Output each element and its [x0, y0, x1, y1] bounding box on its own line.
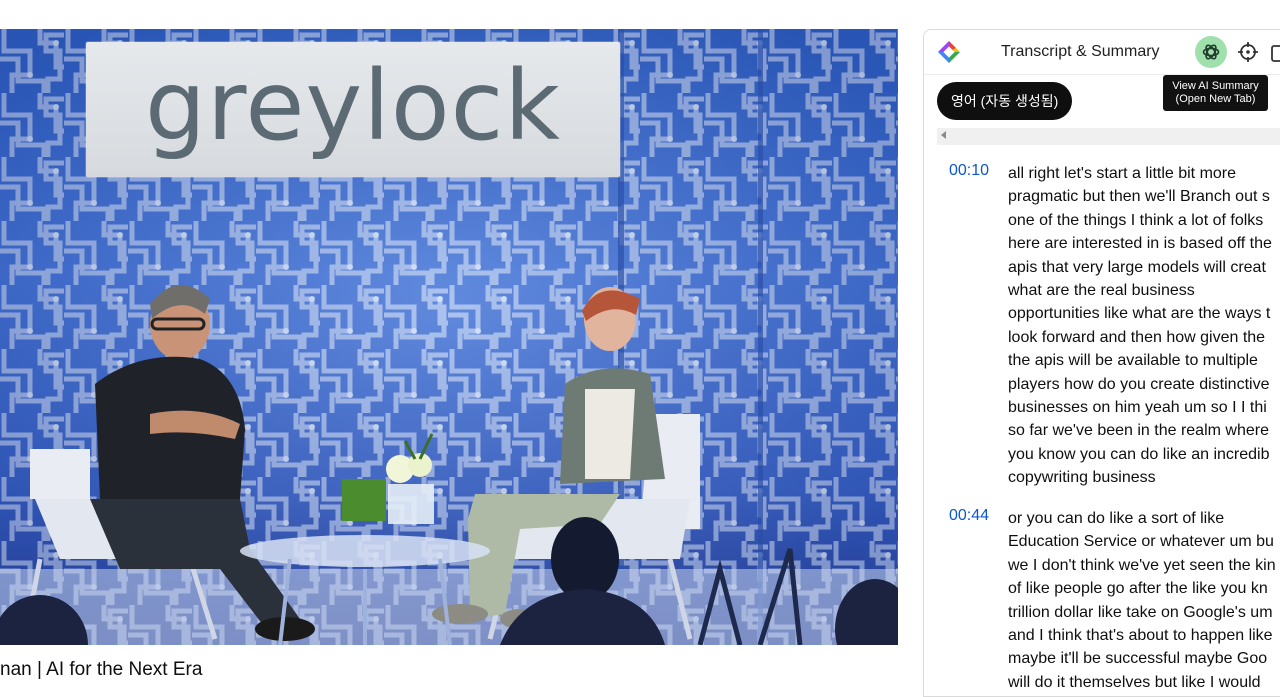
transcript-line: so far we've been in the realm where — [1008, 422, 1269, 440]
transcript-line: or you can do like a sort of like — [1008, 510, 1225, 527]
tooltip-line: View AI Summary — [1172, 80, 1259, 92]
transcript-line: one of the things I think a lot of folks — [1008, 211, 1264, 229]
transcript-line: all right let's start a little bit more — [1008, 165, 1237, 182]
ai-summary-button[interactable] — [1195, 36, 1227, 68]
transcript-line: businesses on him yeah um so I I thi — [1008, 399, 1267, 417]
transcript-line: here are interested in is based off the — [1008, 235, 1272, 253]
tooltip-line: (Open New Tab) — [1175, 93, 1256, 105]
transcript-line: you know you can do like an incredib — [1008, 445, 1270, 463]
timestamp-link[interactable]: 00:44 — [949, 507, 989, 525]
transcript-line: the apis will be available to multiple — [1008, 352, 1258, 370]
language-select-button[interactable]: 영어 (자동 생성됨) — [937, 82, 1073, 120]
ai-summary-tooltip: View AI Summary (Open New Tab) — [1163, 75, 1268, 111]
chatgpt-icon — [1202, 44, 1220, 60]
transcript-line: of like people go after the like you kn — [1008, 580, 1268, 598]
copy-icon[interactable] — [1270, 42, 1280, 62]
transcript-line: opportunities like what are the ways t — [1008, 305, 1271, 323]
transcript-line: will do it themselves but like I would — [1008, 673, 1261, 691]
greylock-sign: greylock — [86, 42, 620, 177]
extension-logo-icon — [938, 41, 960, 63]
transcript-line: and I think that's about to happen like — [1008, 627, 1273, 645]
video-title: nan | AI for the Next Era — [0, 659, 203, 680]
transcript-line: players how do you create distinctive — [1008, 375, 1270, 393]
scroll-left-arrow-icon[interactable] — [941, 131, 946, 139]
transcript-line: copywriting business — [1008, 469, 1156, 487]
transcript-line: maybe it'll be successful maybe Goo — [1008, 650, 1268, 668]
transcript-line: we I don't think we've yet seen the kin — [1008, 556, 1276, 574]
transcript-line: what are the real business — [1008, 282, 1195, 300]
sign-text: greylock — [145, 49, 561, 162]
transcript-line: look forward and then how given the — [1008, 328, 1266, 346]
segment-text: or you can do like a sort of like Educati… — [1008, 507, 1280, 694]
segment-text: all right let's start a little bit more p… — [1008, 162, 1280, 490]
transcript-line: trillion dollar like take on Google's um — [1008, 603, 1273, 621]
timestamp-link[interactable]: 00:10 — [949, 162, 989, 180]
panel-header: Transcript & Summary — [924, 30, 1280, 75]
panel-title: Transcript & Summary — [1001, 43, 1160, 60]
crosshair-icon[interactable] — [1237, 41, 1259, 63]
video-player[interactable]: greylock — [0, 29, 898, 645]
transcript-line: apis that very large models will creat — [1008, 258, 1266, 276]
transcript-panel: Transcript & Summary 영어 (자동 생성됨) 00:10 a… — [923, 29, 1280, 697]
transcript-line: Education Service or whatever um bu — [1008, 533, 1274, 551]
horizontal-scrollbar[interactable] — [937, 128, 1280, 145]
transcript-line: pragmatic but then we'll Branch out s — [1008, 188, 1270, 206]
